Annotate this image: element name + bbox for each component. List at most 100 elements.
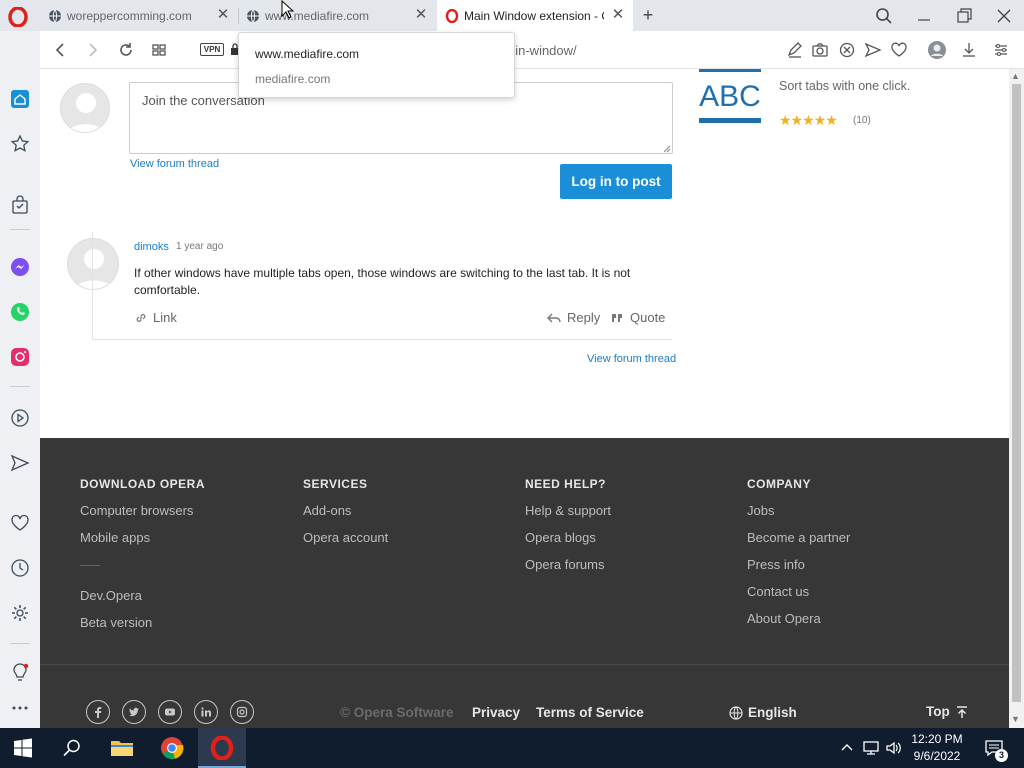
- messenger-icon[interactable]: [10, 257, 30, 277]
- footer-column-download: DOWNLOAD OPERA Computer browsers Mobile …: [80, 477, 205, 642]
- globe-icon: [49, 9, 61, 22]
- footer-link[interactable]: Computer browsers: [80, 503, 205, 530]
- footer-link[interactable]: Opera account: [303, 530, 388, 557]
- search-icon[interactable]: [62, 738, 82, 758]
- linkedin-icon[interactable]: [194, 700, 218, 724]
- opera-taskbar-icon[interactable]: [210, 736, 234, 760]
- sidebar: [0, 31, 40, 728]
- search-tabs-icon[interactable]: [874, 6, 894, 26]
- close-tab-icon[interactable]: ✕: [216, 7, 230, 22]
- clock-date: 9/6/2022: [913, 749, 961, 763]
- scroll-down-icon[interactable]: ▼: [1011, 714, 1020, 724]
- easy-setup-icon[interactable]: [992, 41, 1010, 59]
- tab-woreppercomming[interactable]: woreppercomming.com ✕: [40, 0, 238, 31]
- footer-link[interactable]: Contact us: [747, 584, 850, 611]
- twitter-icon[interactable]: [122, 700, 146, 724]
- speed-dial-home-icon[interactable]: [10, 89, 30, 109]
- send-icon[interactable]: [864, 41, 882, 59]
- facebook-icon[interactable]: [86, 700, 110, 724]
- resize-handle-icon[interactable]: [662, 144, 671, 153]
- scrollbar-thumb[interactable]: [1012, 84, 1021, 702]
- footer-link[interactable]: Become a partner: [747, 530, 850, 557]
- footer-link[interactable]: Help & support: [525, 503, 611, 530]
- footer-link[interactable]: Opera blogs: [525, 530, 611, 557]
- profile-icon[interactable]: [927, 40, 947, 60]
- footer-link[interactable]: Opera forums: [525, 557, 611, 584]
- opera-menu-icon[interactable]: [8, 7, 28, 27]
- close-tab-icon[interactable]: ✕: [414, 7, 428, 22]
- view-forum-thread-link[interactable]: View forum thread: [130, 158, 219, 170]
- restore-icon[interactable]: [954, 6, 974, 26]
- block-ads-icon[interactable]: [838, 41, 856, 59]
- log-in-to-post-button[interactable]: Log in to post: [560, 164, 672, 199]
- reload-icon[interactable]: [116, 40, 136, 60]
- comment-text: If other windows have multiple tabs open…: [134, 266, 631, 297]
- more-dots-icon[interactable]: [10, 698, 30, 718]
- footer-link[interactable]: Mobile apps: [80, 530, 205, 557]
- file-explorer-icon[interactable]: [110, 736, 134, 760]
- terms-of-service-link[interactable]: Terms of Service: [536, 705, 644, 720]
- network-icon[interactable]: [862, 739, 880, 757]
- rating-stars: ★★★★★: [779, 112, 838, 128]
- privacy-link[interactable]: Privacy: [472, 705, 520, 720]
- url-text[interactable]: ain-window/: [508, 43, 577, 58]
- sidebar-divider: [10, 386, 30, 387]
- footer-link[interactable]: About Opera: [747, 611, 850, 638]
- page-scrollbar[interactable]: ▲ ▼: [1009, 69, 1024, 728]
- chrome-icon[interactable]: [160, 736, 184, 760]
- edit-icon[interactable]: [786, 41, 804, 59]
- comment-author[interactable]: dimoks: [134, 241, 169, 253]
- footer-heading: SERVICES: [303, 477, 368, 491]
- taskbar-clock[interactable]: 12:20 PM 9/6/2022: [906, 731, 968, 765]
- heart-icon[interactable]: [890, 41, 908, 59]
- youtube-icon[interactable]: [158, 700, 182, 724]
- extension-thumbnail[interactable]: ABC: [699, 69, 761, 123]
- player-icon[interactable]: [10, 408, 30, 428]
- view-forum-thread-link[interactable]: View forum thread: [587, 353, 676, 365]
- flow-send-icon[interactable]: [10, 453, 30, 473]
- page-content: Join the conversation View forum thread …: [40, 69, 1009, 728]
- comment-quote-button[interactable]: Quote: [611, 310, 665, 325]
- close-window-icon[interactable]: [994, 6, 1014, 26]
- forward-icon[interactable]: [83, 40, 103, 60]
- whatsapp-icon[interactable]: [10, 302, 30, 322]
- vpn-badge[interactable]: VPN: [200, 43, 224, 56]
- footer-link[interactable]: Press info: [747, 557, 850, 584]
- user-avatar: [60, 83, 110, 133]
- pinboard-icon[interactable]: [10, 134, 30, 154]
- close-tab-icon[interactable]: ✕: [611, 7, 625, 22]
- suggestion-item[interactable]: www.mediafire.com: [255, 47, 359, 61]
- comment-reply-button[interactable]: Reply: [547, 310, 600, 325]
- download-icon[interactable]: [960, 41, 978, 59]
- scroll-up-icon[interactable]: ▲: [1011, 71, 1020, 81]
- tab-main-window-extension[interactable]: Main Window extension - O ✕: [437, 0, 633, 31]
- tips-lightbulb-icon[interactable]: [10, 663, 30, 683]
- address-suggestions-dropdown: www.mediafire.com mediafire.com: [238, 32, 515, 98]
- back-icon[interactable]: [50, 40, 70, 60]
- windows-start-icon[interactable]: [13, 738, 33, 758]
- history-clock-icon[interactable]: [10, 558, 30, 578]
- back-to-top-button[interactable]: Top: [926, 704, 968, 719]
- opera-favicon-icon: [445, 8, 459, 23]
- instagram-icon[interactable]: [10, 347, 30, 367]
- camera-icon[interactable]: [811, 41, 829, 59]
- comment-link-button[interactable]: Link: [135, 310, 177, 325]
- bookmarks-heart-icon[interactable]: [10, 513, 30, 533]
- volume-icon[interactable]: [885, 739, 903, 757]
- new-tab-button[interactable]: +: [639, 6, 657, 24]
- tab-mediafire[interactable]: www.mediafire.com ✕: [238, 0, 436, 31]
- footer-link[interactable]: Dev.Opera: [80, 588, 205, 615]
- footer-link[interactable]: Jobs: [747, 503, 850, 530]
- footer-link[interactable]: Beta version: [80, 615, 205, 642]
- minimize-icon[interactable]: [914, 6, 934, 26]
- shopping-bag-icon[interactable]: [10, 195, 30, 215]
- abc-logo-text: ABC: [699, 80, 761, 113]
- quote-icon: [612, 313, 622, 322]
- show-hidden-icons-chevron-icon[interactable]: [838, 739, 856, 757]
- language-selector[interactable]: English: [729, 705, 797, 720]
- tab-grid-icon[interactable]: [149, 40, 169, 60]
- footer-link[interactable]: Add-ons: [303, 503, 388, 530]
- instagram-footer-icon[interactable]: [230, 700, 254, 724]
- settings-gear-icon[interactable]: [10, 603, 30, 623]
- suggestion-item[interactable]: mediafire.com: [255, 72, 330, 86]
